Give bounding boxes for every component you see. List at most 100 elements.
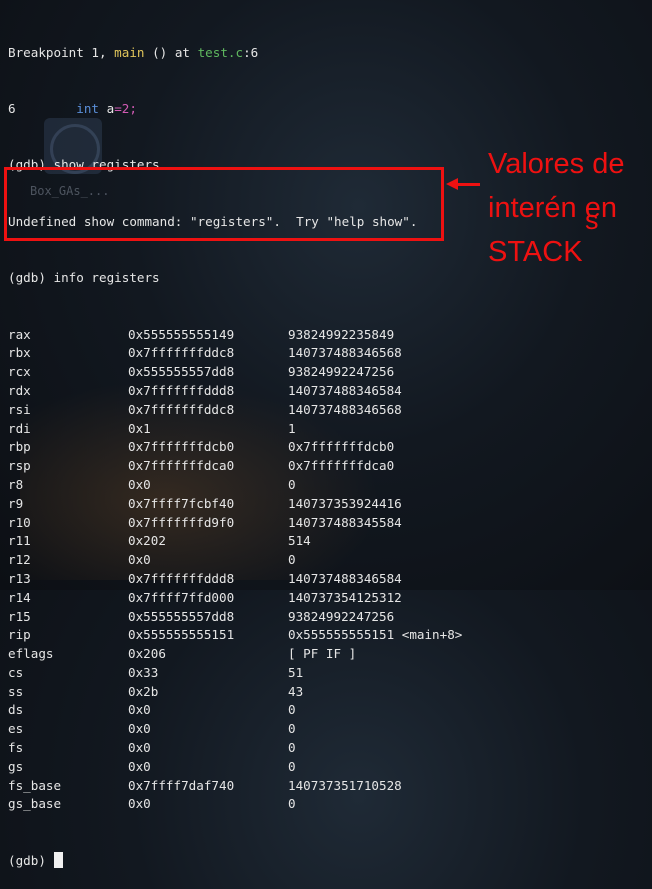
- register-value: 93824992235849: [288, 326, 395, 342]
- register-name: rbx: [8, 345, 31, 361]
- breakpoint-suffix: :6: [243, 44, 259, 60]
- register-name: r8: [8, 476, 24, 492]
- prompt-line[interactable]: (gdb): [8, 851, 417, 871]
- register-hex: 0x206: [128, 646, 166, 662]
- register-name: r15: [8, 608, 31, 624]
- register-row-r12: r12 0x0 0: [8, 551, 417, 570]
- register-name: r9: [8, 495, 24, 511]
- register-row-r8: r8 0x0 0: [8, 476, 417, 495]
- breakpoint-mid: () at: [144, 44, 198, 60]
- register-name: rbp: [8, 439, 31, 455]
- source-variable: a: [99, 100, 115, 116]
- register-hex: 0x0: [128, 552, 151, 568]
- register-name: rax: [8, 326, 31, 342]
- register-hex: 0x555555555149: [128, 326, 235, 342]
- register-value: 140737351710528: [288, 777, 402, 793]
- register-row-r9: r9 0x7ffff7fcbf40 140737353924416: [8, 495, 417, 514]
- register-row-rsp: rsp 0x7fffffffdca0 0x7fffffffdca0: [8, 457, 417, 476]
- register-row-cs: cs 0x33 51: [8, 664, 417, 683]
- register-value: 0x7fffffffdcb0: [288, 439, 395, 455]
- annotation-struck-letter: n: [560, 192, 577, 224]
- register-value: 140737353924416: [288, 495, 402, 511]
- register-value: 514: [288, 533, 311, 549]
- register-row-fs: fs 0x0 0: [8, 739, 417, 758]
- register-row-fs_base: fs_base 0x7ffff7daf740 140737351710528: [8, 777, 417, 796]
- register-row-r15: r15 0x555555557dd8 93824992247256: [8, 608, 417, 627]
- register-row-rip: rip 0x555555555151 0x555555555151 <main+8>: [8, 626, 462, 645]
- register-value: 140737488346568: [288, 401, 402, 417]
- register-value: 140737488346584: [288, 382, 402, 398]
- register-name: rsp: [8, 458, 31, 474]
- register-hex: 0x33: [128, 664, 159, 680]
- register-name: es: [8, 721, 24, 737]
- register-hex: 0x555555557dd8: [128, 364, 235, 380]
- register-name: ds: [8, 702, 24, 718]
- register-row-gs_base: gs_base 0x0 0: [8, 795, 417, 814]
- annotation-text: Valores de interén en s STACK: [488, 142, 648, 274]
- source-keyword: int: [76, 100, 100, 116]
- register-name: gs: [8, 758, 24, 774]
- register-value: 140737354125312: [288, 589, 402, 605]
- register-row-ds: ds 0x0 0: [8, 701, 417, 720]
- register-name: ss: [8, 683, 24, 699]
- register-hex: 0x0: [128, 702, 151, 718]
- register-row-rbx: rbx 0x7fffffffddc8 140737488346568: [8, 344, 417, 363]
- register-value: 0: [288, 796, 296, 812]
- register-row-r14: r14 0x7ffff7ffd000 140737354125312: [8, 589, 417, 608]
- register-row-eflags: eflags 0x206 [ PF IF ]: [8, 645, 417, 664]
- register-name: rsi: [8, 401, 31, 417]
- annotation-line-1: Valores de: [488, 148, 625, 180]
- breakpoint-line: Breakpoint 1, main () at test.c:6: [8, 44, 417, 63]
- register-hex: 0x0: [128, 796, 151, 812]
- register-row-es: es 0x0 0: [8, 720, 417, 739]
- register-row-rdi: rdi 0x1 1: [8, 420, 417, 439]
- register-row-gs: gs 0x0 0: [8, 758, 417, 777]
- register-name: rcx: [8, 364, 31, 380]
- register-row-ss: ss 0x2b 43: [8, 683, 417, 702]
- annotation-line-2: interén en s: [488, 186, 648, 235]
- source-indent: [16, 101, 77, 116]
- gdb-terminal[interactable]: Breakpoint 1, main () at test.c:6 6 int …: [8, 6, 462, 889]
- register-name: r14: [8, 589, 31, 605]
- annotation-inserted-letter: s: [585, 205, 599, 235]
- register-hex: 0x7fffffffd9f0: [128, 514, 235, 530]
- register-value: 0: [288, 702, 296, 718]
- register-row-rcx: rcx 0x555555557dd8 93824992247256: [8, 363, 417, 382]
- register-row-rax: rax 0x555555555149 93824992235849: [8, 326, 417, 345]
- register-row-r13: r13 0x7fffffffddd8 140737488346584: [8, 570, 417, 589]
- register-value: 140737488346568: [288, 345, 402, 361]
- register-hex: 0x555555557dd8: [128, 608, 235, 624]
- register-value: 43: [288, 683, 304, 699]
- register-table: rax 0x555555555149 93824992235849 rbx 0x7fff…: [8, 326, 462, 815]
- register-value: 0x7fffffffdca0: [288, 458, 395, 474]
- register-hex: 0x0: [128, 721, 151, 737]
- register-hex: 0x7fffffffdca0: [128, 458, 235, 474]
- register-value: 93824992247256: [288, 608, 395, 624]
- register-name: rdx: [8, 382, 31, 398]
- source-line: 6 int a=2;: [8, 100, 417, 119]
- register-hex: 0x2b: [128, 683, 159, 699]
- register-name: r12: [8, 552, 31, 568]
- register-name: rdi: [8, 420, 31, 436]
- register-value: 93824992247256: [288, 364, 395, 380]
- stack-registers-highlight: [4, 167, 444, 241]
- register-value: [ PF IF ]: [288, 646, 357, 662]
- register-hex: 0x7ffff7ffd000: [128, 589, 235, 605]
- source-line-number: 6: [8, 100, 16, 116]
- breakpoint-file: test.c: [197, 44, 244, 60]
- register-value: 0: [288, 758, 296, 774]
- command-line: (gdb) info registers: [8, 270, 160, 286]
- register-value: 1: [288, 420, 296, 436]
- register-value: 0: [288, 476, 296, 492]
- register-hex: 0x7ffff7daf740: [128, 777, 235, 793]
- annotation-line-3: STACK: [488, 236, 583, 268]
- annotation-arrow-shaft: [456, 183, 480, 186]
- register-name: eflags: [8, 646, 54, 662]
- breakpoint-prefix: Breakpoint 1,: [8, 44, 115, 60]
- register-hex: 0x7fffffffddd8: [128, 570, 235, 586]
- source-semicolon: ;: [129, 100, 137, 116]
- register-hex: 0x0: [128, 758, 151, 774]
- register-value: 0: [288, 740, 296, 756]
- register-name: gs_base: [8, 796, 62, 812]
- register-hex: 0x0: [128, 740, 151, 756]
